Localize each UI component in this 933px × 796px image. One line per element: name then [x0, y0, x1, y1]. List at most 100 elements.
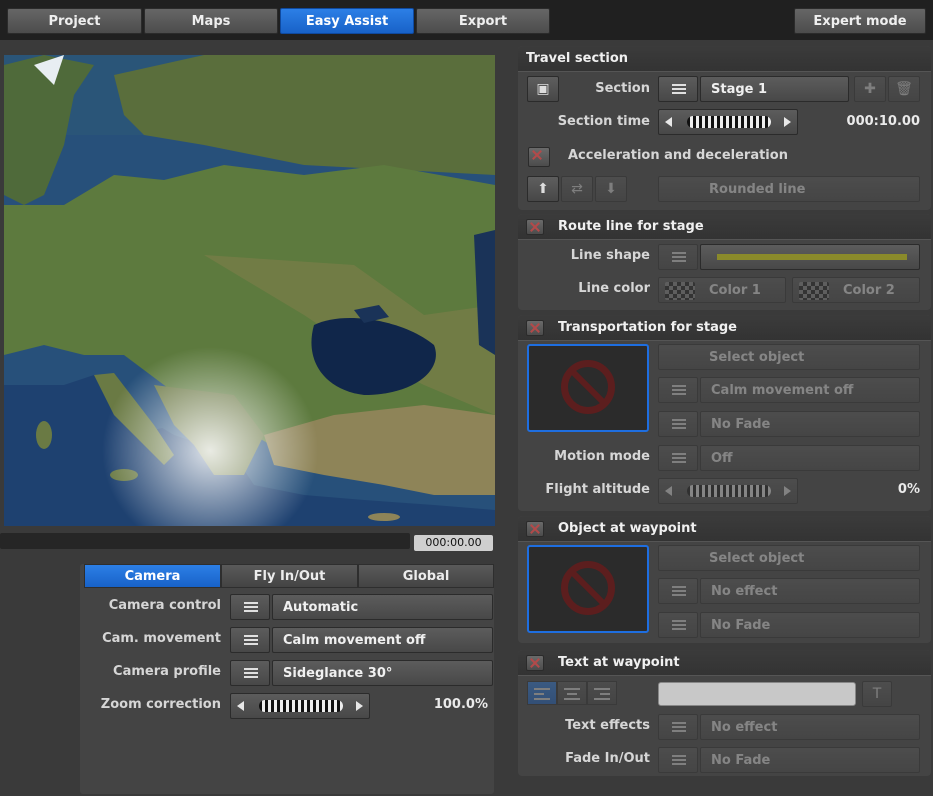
ease-linear-icon[interactable]: ⇄	[561, 176, 593, 202]
camera-tabs: Camera Fly In/Out Global	[84, 564, 494, 588]
route-line-title: Route line for stage	[558, 219, 704, 234]
route-line-header: Route line for stage	[518, 214, 931, 240]
arrow-left-icon[interactable]	[237, 701, 244, 711]
text-effects-label: Text effects	[565, 718, 650, 733]
waypoint-fade-select[interactable]: No Fade	[700, 612, 920, 638]
route-line-panel: Route line for stage Line shape Line col…	[518, 214, 931, 310]
acceleration-checkbox[interactable]	[528, 147, 550, 167]
select-object-button[interactable]: Select object	[658, 344, 920, 370]
align-left-icon[interactable]	[527, 681, 557, 705]
calm-movement-menu-button[interactable]	[658, 377, 698, 403]
section-select[interactable]: Stage 1	[700, 76, 849, 102]
arrow-left-icon[interactable]	[665, 486, 672, 496]
cam-movement-menu-button[interactable]	[230, 627, 270, 653]
color1-button[interactable]: Color 1	[658, 277, 786, 303]
tab-camera[interactable]: Camera	[84, 564, 221, 588]
zoom-correction-slider[interactable]	[230, 693, 370, 719]
section-menu-button[interactable]	[658, 76, 698, 102]
camera-panel: Camera Fly In/Out Global Camera control …	[80, 564, 494, 794]
fade-menu-button[interactable]	[658, 411, 698, 437]
top-toolbar: Project Maps Easy Assist Export Expert m…	[0, 0, 933, 40]
zoom-correction-value: 100.0%	[433, 697, 488, 712]
color2-button[interactable]: Color 2	[792, 277, 920, 303]
fade-select[interactable]: No Fade	[700, 411, 920, 437]
line-shape-label: Line shape	[570, 248, 650, 263]
timeline-track[interactable]	[0, 533, 410, 549]
expert-mode-button[interactable]: Expert mode	[794, 8, 926, 34]
section-time-label: Section time	[557, 114, 650, 129]
add-section-icon[interactable]: ✚	[854, 76, 886, 102]
camera-control-select[interactable]: Automatic	[272, 594, 493, 620]
arrow-left-icon[interactable]	[665, 117, 672, 127]
ease-in-out-icon[interactable]: ⬆	[527, 176, 559, 202]
ease-out-icon[interactable]: ⬇	[595, 176, 627, 202]
slider-track[interactable]	[687, 116, 771, 128]
text-fade-menu-button[interactable]	[658, 747, 698, 773]
line-shape-menu-button[interactable]	[658, 244, 698, 270]
cam-movement-label: Cam. movement	[102, 631, 221, 646]
transportation-header: Transportation for stage	[518, 315, 931, 341]
delete-section-icon[interactable]: 🗑	[888, 76, 920, 102]
align-center-icon[interactable]	[557, 681, 587, 705]
route-line-checkbox[interactable]	[526, 219, 544, 235]
color2-swatch	[799, 282, 829, 300]
camera-profile-menu-button[interactable]	[230, 660, 270, 686]
text-waypoint-header: Text at waypoint	[518, 650, 931, 676]
motion-mode-select[interactable]: Off	[700, 445, 920, 471]
motion-mode-menu-button[interactable]	[658, 445, 698, 471]
text-waypoint-checkbox[interactable]	[526, 655, 544, 671]
acceleration-label: Acceleration and deceleration	[568, 148, 788, 163]
waypoint-fade-menu-button[interactable]	[658, 612, 698, 638]
travel-section-header: Travel section	[518, 46, 931, 72]
tab-easy-assist[interactable]: Easy Assist	[280, 8, 414, 34]
waypoint-effect-menu-button[interactable]	[658, 578, 698, 604]
transportation-preview[interactable]	[527, 344, 649, 432]
calm-movement-select[interactable]: Calm movement off	[700, 377, 920, 403]
line-color-label: Line color	[578, 281, 650, 296]
cam-movement-select[interactable]: Calm movement off	[272, 627, 493, 653]
zoom-correction-label: Zoom correction	[100, 697, 221, 712]
waypoint-effect-select[interactable]: No effect	[700, 578, 920, 604]
camera-control-menu-button[interactable]	[230, 594, 270, 620]
section-time-slider[interactable]	[658, 109, 798, 135]
tab-maps[interactable]: Maps	[144, 8, 278, 34]
arrow-right-icon[interactable]	[784, 117, 791, 127]
tab-project[interactable]: Project	[7, 8, 142, 34]
object-waypoint-title: Object at waypoint	[558, 521, 697, 536]
text-effects-menu-button[interactable]	[658, 714, 698, 740]
camera-control-label: Camera control	[108, 598, 221, 613]
tab-fly-in-out[interactable]: Fly In/Out	[221, 564, 358, 588]
waypoint-text-input[interactable]	[658, 682, 856, 706]
slider-track[interactable]	[687, 485, 771, 497]
satellite-map-image	[4, 55, 495, 526]
text-format-icon[interactable]: T	[862, 681, 892, 707]
no-object-icon	[561, 360, 615, 414]
camera-profile-select[interactable]: Sideglance 30°	[272, 660, 493, 686]
flight-altitude-label: Flight altitude	[545, 482, 650, 497]
tab-global[interactable]: Global	[358, 564, 494, 588]
tab-export[interactable]: Export	[416, 8, 550, 34]
arrow-right-icon[interactable]	[356, 701, 363, 711]
no-object-icon	[561, 561, 615, 615]
transportation-checkbox[interactable]	[526, 320, 544, 336]
text-waypoint-title: Text at waypoint	[558, 655, 680, 670]
color2-label: Color 2	[843, 283, 895, 298]
travel-section-title: Travel section	[526, 51, 629, 66]
transportation-panel: Transportation for stage Select object C…	[518, 315, 931, 511]
align-right-icon[interactable]	[587, 681, 617, 705]
object-waypoint-panel: Object at waypoint Select object No effe…	[518, 516, 931, 643]
flight-altitude-slider[interactable]	[658, 478, 798, 504]
line-shape-select[interactable]	[700, 244, 920, 270]
slider-track[interactable]	[259, 700, 343, 712]
map-preview[interactable]	[4, 55, 495, 526]
fade-in-out-label: Fade In/Out	[565, 751, 650, 766]
object-waypoint-checkbox[interactable]	[526, 521, 544, 537]
text-fade-select[interactable]: No Fade	[700, 747, 920, 773]
object-waypoint-preview[interactable]	[527, 545, 649, 633]
color1-swatch	[665, 282, 695, 300]
waypoint-select-object-button[interactable]: Select object	[658, 545, 920, 571]
text-effects-select[interactable]: No effect	[700, 714, 920, 740]
arrow-right-icon[interactable]	[784, 486, 791, 496]
timecode-display: 000:00.00	[414, 535, 493, 551]
rounded-line-select[interactable]: Rounded line	[658, 176, 920, 202]
